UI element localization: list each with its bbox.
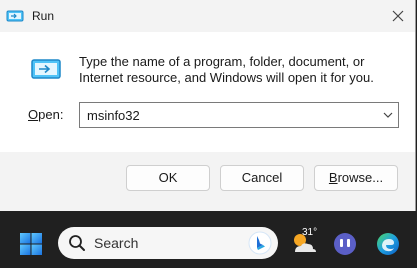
run-dialog: Run Type the name of a program, folder, …	[0, 0, 416, 211]
browse-hotkey: B	[328, 170, 338, 185]
taskbar: Search 31°	[0, 218, 417, 268]
browse-button[interactable]: Browse...	[314, 165, 398, 191]
chevron-down-icon[interactable]	[383, 111, 393, 119]
run-icon	[31, 59, 61, 79]
dialog-description: Type the name of a program, folder, docu…	[79, 54, 374, 85]
search-placeholder: Search	[94, 235, 139, 251]
open-label-hotkey: O	[28, 107, 39, 122]
taskbar-search[interactable]: Search	[58, 227, 278, 259]
cancel-button[interactable]: Cancel	[220, 165, 304, 191]
title-bar[interactable]: Run	[0, 0, 415, 32]
open-combobox[interactable]: msinfo32	[79, 102, 399, 128]
open-label-rest: pen:	[38, 107, 64, 122]
run-icon	[6, 10, 24, 22]
close-icon[interactable]	[391, 9, 405, 23]
ok-button[interactable]: OK	[126, 165, 210, 191]
edge-icon[interactable]	[375, 231, 401, 257]
open-label: Open:	[28, 107, 63, 122]
bing-icon[interactable]	[248, 231, 272, 255]
dialog-content: Type the name of a program, folder, docu…	[0, 32, 415, 152]
browse-label-rest: rowse...	[337, 170, 384, 185]
window-title: Run	[32, 9, 55, 23]
weather-temperature: 31°	[302, 227, 318, 238]
windows-start-icon[interactable]	[19, 232, 43, 256]
search-icon	[69, 235, 85, 251]
teams-chat-icon[interactable]	[333, 232, 357, 256]
open-input[interactable]: msinfo32	[87, 108, 140, 123]
